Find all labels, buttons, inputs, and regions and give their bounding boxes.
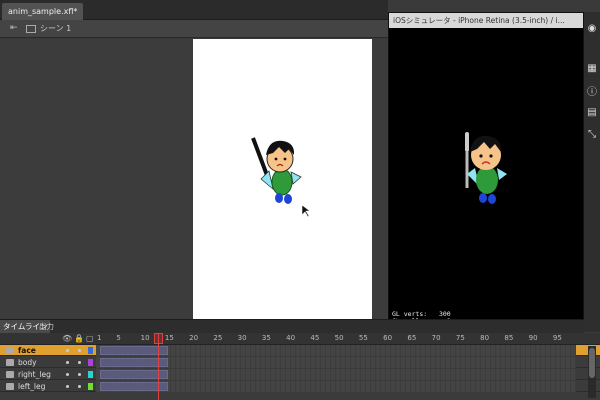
- frame-number[interactable]: 50: [335, 334, 344, 342]
- stage-area: [0, 39, 388, 319]
- layer-row[interactable]: body: [0, 357, 600, 368]
- frame-number[interactable]: 90: [529, 334, 538, 342]
- frame-number[interactable]: 25: [213, 334, 222, 342]
- visibility-dot[interactable]: [66, 349, 69, 352]
- document-tab-bar: anim_sample.xfl*: [0, 0, 388, 20]
- layer-color-swatch[interactable]: [88, 359, 93, 366]
- visibility-dot[interactable]: [66, 361, 69, 364]
- frame-number[interactable]: 20: [189, 334, 198, 342]
- eye-icon[interactable]: 👁: [62, 334, 72, 343]
- outline-icon[interactable]: ▢: [86, 334, 94, 343]
- layer-row[interactable]: face: [0, 345, 600, 356]
- frame-number[interactable]: 10: [141, 334, 150, 342]
- timeline-panel-tabs: タイムライン 出力: [0, 319, 584, 334]
- layer-icon: [6, 383, 14, 390]
- scrollbar-thumb[interactable]: [589, 348, 595, 378]
- simulator-character: [465, 132, 507, 204]
- scene-label: シーン 1: [40, 24, 72, 33]
- visibility-dot[interactable]: [66, 373, 69, 376]
- frame-number[interactable]: 55: [359, 334, 368, 342]
- layer-color-swatch[interactable]: [88, 347, 93, 354]
- frame-number[interactable]: 15: [165, 334, 174, 342]
- frame-number[interactable]: 40: [286, 334, 295, 342]
- layer-frames[interactable]: [96, 381, 576, 392]
- properties-icon[interactable]: ◉: [586, 22, 598, 34]
- frame-number[interactable]: 70: [432, 334, 441, 342]
- character-illustration[interactable]: [193, 39, 372, 319]
- layer-name: right_leg: [4, 369, 96, 380]
- tab-output[interactable]: 出力: [36, 320, 57, 334]
- align-icon[interactable]: ▤: [586, 106, 598, 118]
- layer-icon: [6, 371, 14, 378]
- layer-color-swatch[interactable]: [88, 383, 93, 390]
- frame-number[interactable]: 75: [456, 334, 465, 342]
- frame-number[interactable]: 80: [480, 334, 489, 342]
- grid-icon[interactable]: ▦: [586, 62, 598, 74]
- frame-number[interactable]: 85: [504, 334, 513, 342]
- frame-number[interactable]: 30: [238, 334, 247, 342]
- layer-color-swatch[interactable]: [88, 371, 93, 378]
- tool-strip: ◉ ▦ ⓘ ▤ ⤡: [584, 12, 600, 332]
- frame-number[interactable]: 35: [262, 334, 271, 342]
- back-arrow-icon[interactable]: ⇤: [10, 23, 18, 33]
- document-tab[interactable]: anim_sample.xfl*: [2, 3, 84, 20]
- timeline: 👁 🔒 ▢ 1 5 10 15 20 25 30 35 40 45 50 55 60 65 70 75 80 85…: [0, 333, 600, 400]
- lock-dot[interactable]: [78, 385, 81, 388]
- lock-dot[interactable]: [78, 361, 81, 364]
- layer-icon: [6, 359, 14, 366]
- transform-icon[interactable]: ⤡: [586, 128, 598, 140]
- stage-canvas[interactable]: [193, 39, 372, 319]
- layer-frames[interactable]: [96, 369, 576, 380]
- lock-dot[interactable]: [78, 373, 81, 376]
- frame-number[interactable]: 65: [407, 334, 416, 342]
- layer-row[interactable]: left_leg: [0, 381, 600, 392]
- simulator-title: iOSシミュレータ - iPhone Retina (3.5-inch) / i…: [389, 13, 583, 28]
- lock-icon[interactable]: 🔒: [74, 334, 84, 343]
- layer-name: left_leg: [4, 381, 96, 392]
- layer-icon: [6, 347, 14, 354]
- frame-number[interactable]: 95: [553, 334, 562, 342]
- visibility-dot[interactable]: [66, 385, 69, 388]
- timeline-header: 👁 🔒 ▢ 1 5 10 15 20 25 30 35 40 45 50 55 60 65 70 75 80 85…: [0, 333, 600, 345]
- timeline-scrollbar[interactable]: [588, 346, 596, 398]
- frame-number[interactable]: 5: [116, 334, 120, 342]
- frame-number[interactable]: 45: [310, 334, 319, 342]
- layer-frames[interactable]: [96, 357, 576, 368]
- layer-frames[interactable]: [96, 345, 576, 356]
- layer-row[interactable]: right_leg: [0, 369, 600, 380]
- scene-icon: [26, 25, 36, 33]
- layer-name: face: [4, 345, 96, 356]
- lock-dot[interactable]: [78, 349, 81, 352]
- scene-bar: ⇤ シーン 1: [0, 20, 388, 38]
- frame-number[interactable]: 1: [97, 334, 101, 342]
- playhead[interactable]: [158, 333, 159, 400]
- layer-name: body: [4, 357, 96, 368]
- info-icon[interactable]: ⓘ: [586, 84, 598, 98]
- frame-number[interactable]: 60: [383, 334, 392, 342]
- ios-simulator-window[interactable]: iOSシミュレータ - iPhone Retina (3.5-inch) / i…: [388, 12, 584, 332]
